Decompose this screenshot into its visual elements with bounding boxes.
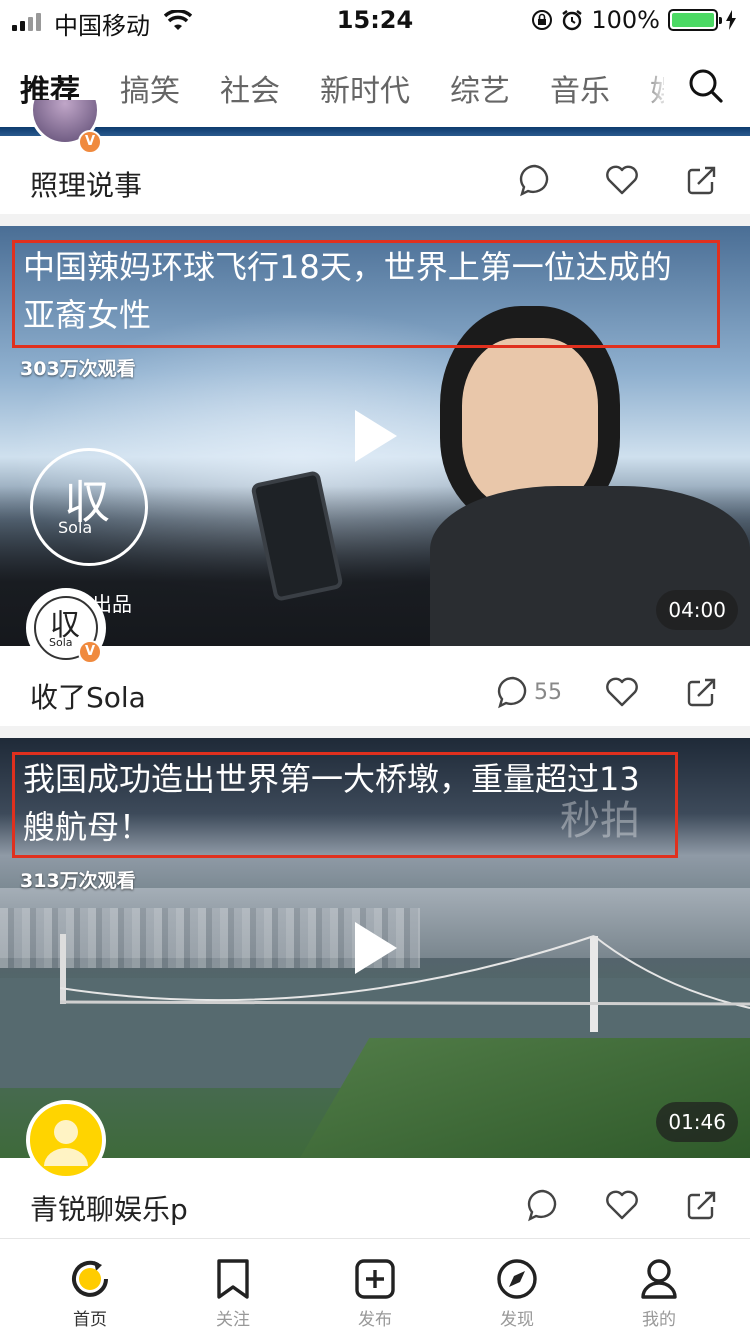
nav-label: 我的	[642, 1310, 676, 1330]
author-name[interactable]: 收了Sola	[30, 676, 146, 716]
nav-home[interactable]: 首页	[40, 1239, 140, 1330]
default-user-icon	[44, 1120, 88, 1166]
tab-new-era[interactable]: 新时代	[320, 66, 410, 110]
nav-label: 发布	[358, 1310, 392, 1330]
tab-music[interactable]: 音乐	[550, 66, 610, 110]
tab-society[interactable]: 社会	[220, 66, 280, 110]
nav-discover[interactable]: 发现	[467, 1239, 567, 1330]
nav-me[interactable]: 我的	[609, 1239, 709, 1330]
add-square-icon	[355, 1259, 395, 1299]
compass-icon	[497, 1259, 537, 1299]
orientation-lock-icon	[532, 10, 553, 30]
share-button[interactable]	[686, 1189, 718, 1221]
video-duration: 01:46	[656, 1102, 738, 1142]
comment-button[interactable]	[526, 1188, 560, 1222]
previous-video-bottom[interactable]	[0, 127, 750, 136]
video-title-line: 亚裔女性	[23, 296, 152, 334]
nav-label: 首页	[73, 1310, 107, 1330]
category-tabs: 推荐 搞笑 社会 新时代 综艺 音乐 娱	[0, 50, 750, 128]
status-bar: 中国移动 15:24 100%	[0, 0, 750, 40]
divider	[0, 726, 750, 738]
search-button[interactable]	[664, 54, 750, 120]
author-name[interactable]: 照理说事	[30, 164, 142, 204]
comment-button[interactable]	[518, 163, 552, 197]
share-icon	[687, 678, 716, 707]
video-title: 我国成功造出世界第一大桥墩，重量超过13 艘航母！	[12, 752, 678, 858]
comment-icon	[519, 164, 549, 197]
divider	[0, 214, 750, 226]
play-icon[interactable]	[355, 410, 397, 462]
search-icon	[689, 69, 723, 103]
like-button[interactable]	[605, 677, 639, 707]
verified-badge-icon: V	[78, 130, 102, 154]
user-icon	[641, 1259, 677, 1299]
sola-logo-text: Sola	[58, 518, 93, 537]
avatar[interactable]	[26, 1100, 106, 1180]
tab-variety[interactable]: 综艺	[450, 66, 510, 110]
share-icon	[687, 166, 716, 195]
video-player[interactable]: 秒拍 我国成功造出世界第一大桥墩，重量超过13 艘航母！ 313万次观看 01:…	[0, 738, 750, 1158]
share-button[interactable]	[686, 164, 718, 196]
share-button[interactable]	[686, 676, 718, 708]
video-title-line: 我国成功造出世界第一大桥墩，重量超过13	[23, 760, 640, 798]
nav-label: 发现	[500, 1310, 534, 1330]
like-button[interactable]	[605, 165, 639, 195]
battery-icon	[668, 9, 722, 31]
view-count: 303万次观看	[20, 358, 136, 380]
comment-count: 55	[534, 679, 562, 705]
author-name[interactable]: 青锐聊娱乐p	[30, 1188, 188, 1228]
home-refresh-icon	[72, 1260, 108, 1297]
video-title: 中国辣妈环球飞行18天，世界上第一位达成的 亚裔女性	[12, 240, 720, 348]
battery-percent: 100%	[591, 6, 660, 34]
like-button[interactable]	[605, 1190, 639, 1220]
heart-icon	[606, 1190, 638, 1220]
heart-icon	[606, 677, 638, 707]
charging-icon	[726, 10, 736, 30]
heart-icon	[606, 165, 638, 195]
comment-icon	[497, 676, 527, 709]
comment-button[interactable]: 55	[496, 675, 562, 709]
share-icon	[687, 1191, 716, 1220]
video-player[interactable]: 収 Sola 出品 中国辣妈环球飞行18天，世界上第一位达成的 亚裔女性 303…	[0, 226, 750, 646]
video-title-line: 艘航母！	[23, 808, 152, 846]
nav-label: 关注	[216, 1310, 250, 1330]
bottom-nav: 首页 关注 发布 发现 我的	[0, 1238, 750, 1334]
comment-icon	[527, 1189, 557, 1222]
nav-follow[interactable]: 关注	[183, 1239, 283, 1330]
view-count: 313万次观看	[20, 870, 136, 892]
video-title-line: 中国辣妈环球飞行18天，世界上第一位达成的	[23, 248, 672, 286]
play-icon[interactable]	[355, 922, 397, 974]
alarm-icon	[562, 10, 583, 31]
tab-funny[interactable]: 搞笑	[120, 66, 180, 110]
bookmark-icon	[217, 1259, 249, 1299]
video-duration: 04:00	[656, 590, 738, 630]
verified-badge-icon: V	[78, 640, 102, 664]
nav-publish[interactable]: 发布	[325, 1239, 425, 1330]
